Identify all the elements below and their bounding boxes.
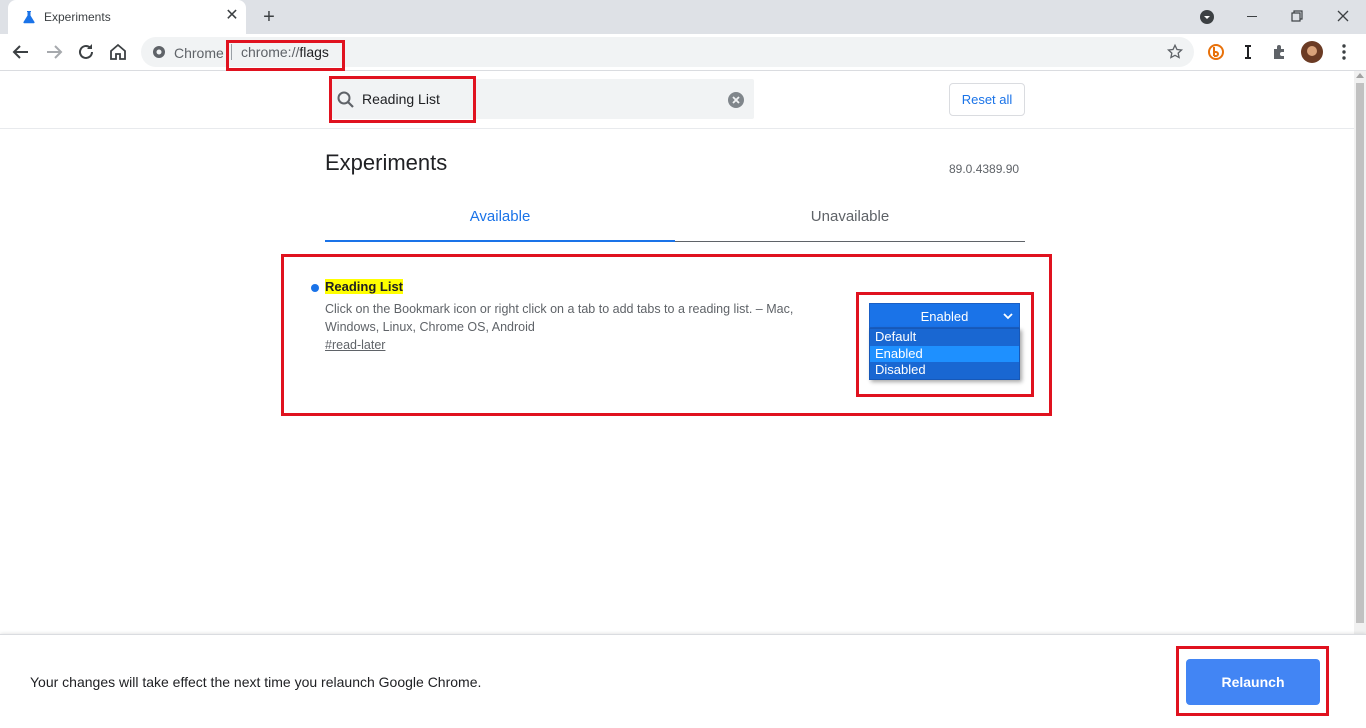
annotation-box-select: [856, 292, 1034, 397]
extension-i-icon[interactable]: [1236, 40, 1260, 64]
home-icon[interactable]: [106, 40, 130, 64]
restore-icon[interactable]: [1285, 4, 1309, 28]
annotation-box-url: [226, 40, 345, 71]
close-tab-icon[interactable]: ✕: [224, 8, 240, 24]
tab-indicator-active: [325, 240, 675, 242]
close-window-icon[interactable]: [1331, 4, 1355, 28]
kebab-menu-icon[interactable]: [1332, 40, 1356, 64]
annotation-box-relaunch: [1176, 646, 1329, 716]
chrome-menu-profile-icon[interactable]: [1195, 4, 1219, 28]
tab-indicator: [675, 241, 1025, 242]
page-title: Experiments: [325, 150, 448, 175]
relaunch-footer: Your changes will take effect the next t…: [0, 634, 1366, 728]
puzzle-extensions-icon[interactable]: [1268, 40, 1292, 64]
bookmark-star-icon[interactable]: [1165, 42, 1185, 62]
new-tab-button[interactable]: +: [258, 6, 280, 28]
reset-all-button[interactable]: Reset all: [949, 83, 1025, 116]
scroll-up-arrow-icon[interactable]: [1356, 73, 1364, 78]
flags-search-header: Reset all: [0, 71, 1354, 129]
back-arrow-icon[interactable]: [9, 40, 33, 64]
tab-title: Experiments: [44, 10, 111, 24]
forward-arrow-icon[interactable]: [42, 40, 66, 64]
browser-tab-experiments[interactable]: Experiments ✕: [8, 0, 246, 34]
browser-toolbar: Chrome chrome://flags: [0, 34, 1366, 71]
chrome-logo-icon: [153, 46, 165, 58]
reload-icon[interactable]: [74, 40, 98, 64]
site-chip-label: Chrome: [174, 45, 224, 61]
flask-icon: [23, 11, 35, 24]
version-label: 89.0.4389.90: [949, 162, 1020, 176]
tab-unavailable[interactable]: Unavailable: [675, 208, 1025, 225]
annotation-box-search: [329, 76, 476, 123]
clear-search-icon[interactable]: [727, 91, 745, 109]
scrollbar[interactable]: [1354, 71, 1366, 634]
minimize-icon[interactable]: [1240, 4, 1264, 28]
avatar[interactable]: [1300, 40, 1324, 64]
scrollbar-thumb[interactable]: [1356, 83, 1364, 623]
tab-available[interactable]: Available: [325, 208, 675, 225]
extension-b-icon[interactable]: [1204, 40, 1228, 64]
tab-strip: Experiments ✕ +: [0, 0, 1366, 34]
relaunch-message: Your changes will take effect the next t…: [30, 674, 482, 690]
